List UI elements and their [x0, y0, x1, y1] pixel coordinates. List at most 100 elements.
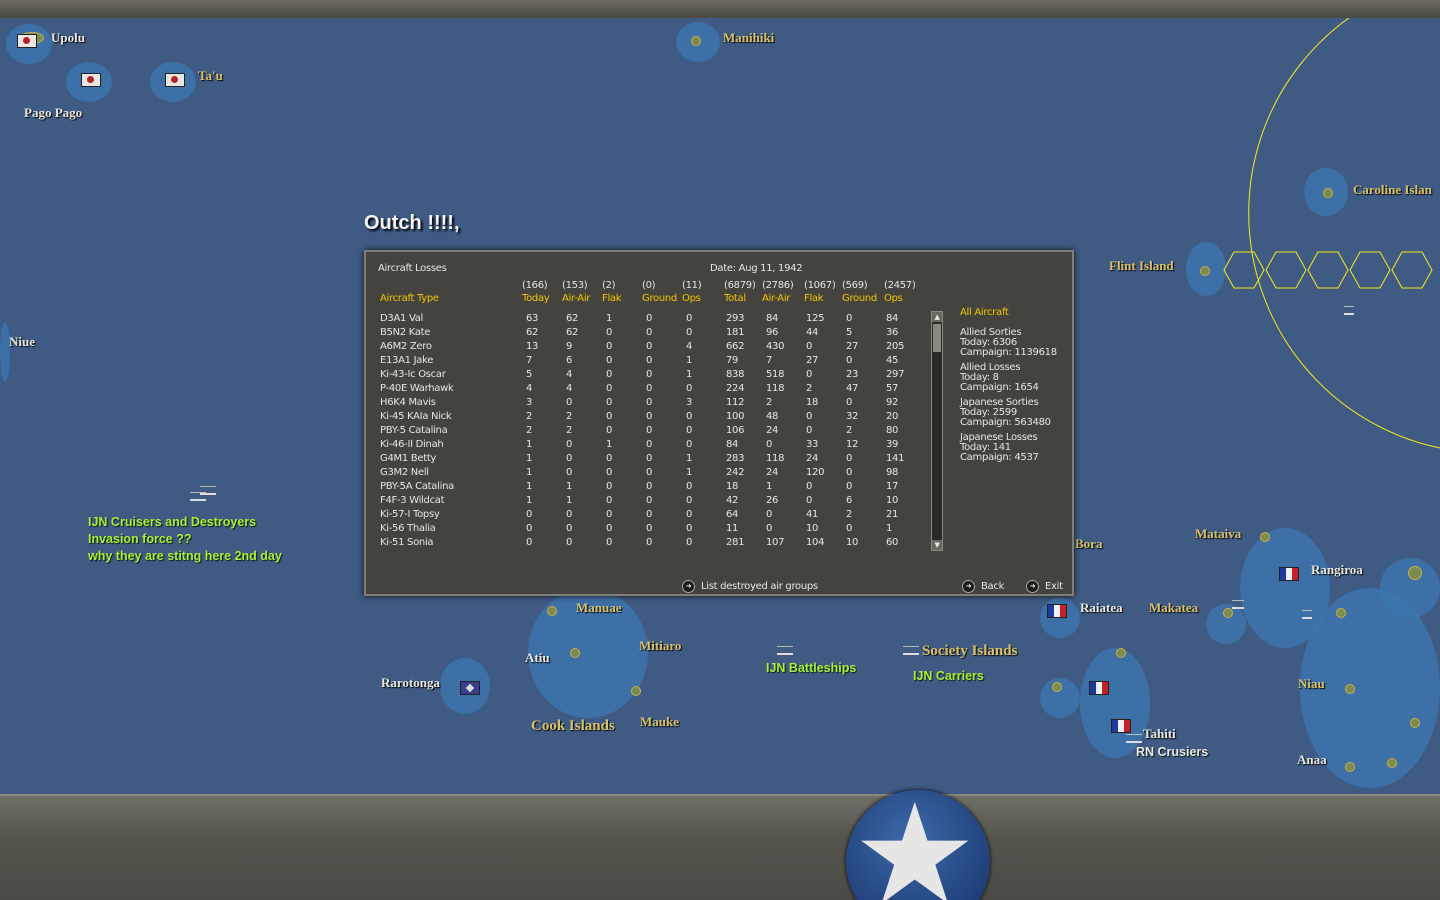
japanese-flag-icon[interactable]	[81, 73, 101, 87]
ship-icon[interactable]	[1302, 610, 1312, 619]
table-cell: 0	[646, 411, 653, 422]
table-cell: 62	[566, 327, 579, 338]
table-row[interactable]: Ki-57-I Topsy 0 0 0 0 0 64 0 41 2 21	[366, 509, 926, 523]
table-cell: 0	[686, 327, 693, 338]
table-cell: 2	[846, 509, 853, 520]
table-cell: 47	[846, 383, 859, 394]
japanese-flag-icon[interactable]	[165, 73, 185, 87]
table-cell: 42	[726, 495, 739, 506]
column-total: (153)	[562, 280, 588, 291]
ship-icon[interactable]	[1232, 600, 1244, 609]
table-cell: 98	[886, 467, 899, 478]
table-row[interactable]: G4M1 Betty 1 0 0 0 1 283 118 24 0 141	[366, 453, 926, 467]
table-cell: 0	[686, 425, 693, 436]
table-row[interactable]: PBY-5A Catalina 1 1 0 0 0 18 1 0 0 17	[366, 481, 926, 495]
button-label: List destroyed air groups	[701, 581, 818, 592]
column-label: Ops	[884, 293, 903, 304]
table-cell: 1	[606, 439, 613, 450]
table-cell: 0	[686, 313, 693, 324]
french-flag-icon[interactable]	[1279, 567, 1299, 581]
table-cell: 181	[726, 327, 745, 338]
ship-icon[interactable]	[200, 486, 216, 495]
table-cell: 0	[646, 397, 653, 408]
column-total: (2786)	[762, 280, 794, 291]
star-icon: ★	[852, 774, 978, 900]
table-cell: 0	[846, 313, 853, 324]
table-cell: 23	[846, 369, 859, 380]
table-cell: 45	[886, 355, 899, 366]
table-cell: 0	[646, 369, 653, 380]
back-button[interactable]: ➜ Back	[962, 580, 1004, 593]
table-cell: 0	[646, 453, 653, 464]
ship-icon[interactable]	[777, 646, 793, 655]
table-cell: 0	[766, 439, 773, 450]
table-row[interactable]: F4F-3 Wildcat 1 1 0 0 0 42 26 0 6 10	[366, 495, 926, 509]
star-roundel-icon[interactable]: ★	[846, 786, 990, 900]
list-destroyed-groups-button[interactable]: ➜ List destroyed air groups	[682, 580, 818, 593]
table-cell: 0	[606, 453, 613, 464]
table-row[interactable]: A6M2 Zero 13 9 0 0 4 662 430 0 27 205	[366, 341, 926, 355]
table-cell: 27	[846, 341, 859, 352]
table-cell: 0	[566, 453, 573, 464]
column-total: (1067)	[804, 280, 836, 291]
column-label: Aircraft Type	[380, 293, 439, 304]
exit-button[interactable]: ➜ Exit	[1026, 580, 1063, 593]
japanese-losses-campaign: Campaign: 4537	[960, 452, 1039, 463]
table-cell: 0	[606, 495, 613, 506]
allied-flag-icon[interactable]	[460, 681, 480, 695]
french-flag-icon[interactable]	[1089, 681, 1109, 695]
ship-icon[interactable]	[1126, 734, 1142, 743]
all-aircraft-filter[interactable]: All Aircraft	[960, 308, 1070, 318]
japanese-flag-icon[interactable]	[17, 34, 37, 48]
table-row[interactable]: G3M2 Nell 1 0 0 0 1 242 24 120 0 98	[366, 467, 926, 481]
screenshot-title: Outch !!!!,	[364, 212, 460, 234]
table-row[interactable]: Ki-46-II Dinah 1 0 1 0 0 84 0 33 12 39	[366, 439, 926, 453]
table-cell: 0	[766, 523, 773, 534]
table-cell: 0	[686, 495, 693, 506]
region-label: Cook Islands	[531, 718, 615, 734]
table-cell: 104	[806, 537, 825, 548]
table-row[interactable]: B5N2 Kate 62 62 0 0 0 181 96 44 5 36	[366, 327, 926, 341]
ship-icon[interactable]	[903, 646, 919, 655]
table-row[interactable]: PBY-5 Catalina 2 2 0 0 0 106 24 0 2 80	[366, 425, 926, 439]
table-cell: 57	[886, 383, 899, 394]
table-row[interactable]: Ki-45 KAIa Nick 2 2 0 0 0 100 48 0 32 20	[366, 411, 926, 425]
table-cell: 0	[606, 467, 613, 478]
scroll-thumb[interactable]	[933, 324, 941, 352]
scroll-down-icon[interactable]: ▼	[932, 540, 942, 550]
location-label: Anaa	[1297, 752, 1327, 767]
table-scrollbar[interactable]: ▲ ▼	[931, 311, 943, 551]
table-row[interactable]: Ki-56 Thalia 0 0 0 0 0 11 0 10 0 1	[366, 523, 926, 537]
table-cell: 62	[526, 327, 539, 338]
table-cell: 44	[806, 327, 819, 338]
table-cell: 0	[646, 313, 653, 324]
table-row[interactable]: Ki-43-Ic Oscar 5 4 0 0 1 838 518 0 23 297	[366, 369, 926, 383]
french-flag-icon[interactable]	[1047, 604, 1067, 618]
table-cell: 0	[606, 537, 613, 548]
table-cell: 0	[606, 383, 613, 394]
table-cell: 36	[886, 327, 899, 338]
table-cell: 0	[806, 411, 813, 422]
table-cell: 0	[606, 341, 613, 352]
annotation-cruisers: IJN Cruisers and Destroyers Invasion for…	[88, 514, 282, 565]
location-label: Manuae	[576, 600, 622, 615]
table-cell: 0	[646, 523, 653, 534]
scroll-up-icon[interactable]: ▲	[932, 312, 942, 322]
column-label: Air-Air	[562, 293, 591, 304]
table-row[interactable]: E13A1 Jake 7 6 0 0 1 79 7 27 0 45	[366, 355, 926, 369]
aircraft-type-cell: Ki-46-II Dinah	[380, 439, 444, 450]
table-cell: 141	[886, 453, 905, 464]
table-cell: 1	[686, 355, 693, 366]
table-row[interactable]: P-40E Warhawk 4 4 0 0 0 224 118 2 47 57	[366, 383, 926, 397]
annotation-rn-cruisers: RN Crusiers	[1136, 745, 1209, 759]
table-cell: 0	[566, 509, 573, 520]
column-label: Ground	[842, 293, 877, 304]
table-row[interactable]: H6K4 Mavis 3 0 0 0 3 112 2 18 0 92	[366, 397, 926, 411]
ship-icon[interactable]	[1344, 306, 1354, 315]
french-flag-icon[interactable]	[1111, 719, 1131, 733]
annotation-line: IJN Cruisers and Destroyers	[88, 515, 257, 529]
table-cell: 0	[646, 439, 653, 450]
table-row[interactable]: Ki-51 Sonia 0 0 0 0 0 281 107 104 10 60	[366, 537, 926, 551]
table-row[interactable]: D3A1 Val 63 62 1 0 0 293 84 125 0 84	[366, 313, 926, 327]
table-cell: 106	[726, 425, 745, 436]
